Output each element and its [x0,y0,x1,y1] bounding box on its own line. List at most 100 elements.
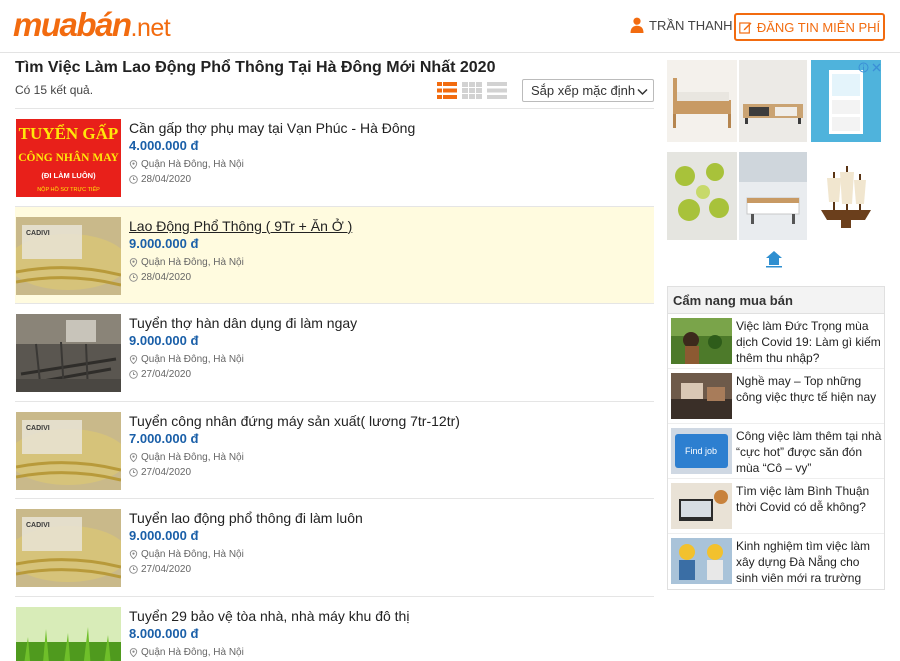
chevron-down-icon [637,88,648,96]
list-view-icon[interactable] [437,82,457,99]
guide-item[interactable]: Kinh nghiệm tìm việc làm xây dựng Đà Nẵn… [668,534,884,589]
guide-item-title[interactable]: Nghề may – Top những công việc thực tế h… [736,373,882,405]
result-count: Có 15 kết quả. [15,83,94,97]
post-button-label: ĐĂNG TIN MIỄN PHÍ [756,19,881,35]
guide-thumbnail[interactable] [671,538,732,584]
listing-thumbnail[interactable]: CADIVI [16,509,121,587]
hiring-banner-image: TUYỂN GẤP CÔNG NHÂN MAY (ĐI LÀM LUÔN) NỘ… [16,119,121,197]
location-pin-icon [129,550,138,559]
clock-icon [129,370,138,379]
cable-roll-image: CADIVI [16,411,121,490]
listing-date: 27/04/2020 [129,467,191,478]
listing-location-text: Quận Hà Đông, Hà Nội [141,451,244,463]
user-name: TRẦN THANH [649,17,733,33]
location-pin-icon [129,257,138,267]
listing-date: 27/04/2020 [129,369,191,380]
sort-select[interactable]: Sắp xếp mặc định [522,79,654,102]
listing-item[interactable]: Tuyển thợ hàn dân dụng đi làm ngay 9.000… [15,303,654,401]
listing-thumbnail[interactable] [16,606,121,661]
listing-title[interactable]: Tuyển công nhân đứng máy sản xuất( lương… [129,413,460,429]
listing-price: 9.000.000 đ [129,528,199,543]
sort-selected-value: Sắp xếp mặc định [531,83,636,98]
compact-view-icon[interactable] [487,82,507,99]
listing-thumbnail[interactable]: TUYỂN GẤP CÔNG NHÂN MAY (ĐI LÀM LUÔN) NỘ… [16,119,121,197]
listing-location: Quận Hà Đông, Hà Nội [129,159,244,170]
guide-item-title[interactable]: Tìm việc làm Bình Thuận thời Covid có dễ… [736,483,882,515]
clock-icon [129,175,138,184]
listing-item[interactable]: TUYỂN GẤP CÔNG NHÂN MAY (ĐI LÀM LUÔN) NỘ… [15,108,654,206]
grass-image [16,606,121,661]
guide-thumbnail[interactable]: Find job [671,428,732,474]
listing-date: 28/04/2020 [129,174,191,185]
guide-panel: Cẩm nang mua bán Việc làm Đức Trọng mùa … [667,286,885,590]
user-icon [630,17,644,33]
ad-image-ship-model[interactable] [811,152,881,240]
listing-location: Quận Hà Đông, Hà Nội [129,354,244,365]
listing-title[interactable]: Tuyển 29 bảo vệ tòa nhà, nhà máy khu đô … [129,608,409,624]
listing-item[interactable]: Tuyển 29 bảo vệ tòa nhà, nhà máy khu đô … [15,595,654,661]
clock-icon [129,467,138,477]
listing-thumbnail[interactable]: CADIVI [16,411,121,490]
listing-thumbnail[interactable]: CADIVI [16,216,121,295]
listing-date-text: 27/04/2020 [141,564,192,575]
listing-title[interactable]: Tuyển thợ hàn dân dụng đi làm ngay [129,315,357,331]
edit-icon [739,21,752,34]
location-pin-icon [129,160,138,169]
ad-image-coffee-table[interactable] [739,152,807,240]
listing-item[interactable]: CADIVI Tuyển công nhân đứng máy sản xuất… [15,400,654,499]
guide-item[interactable]: Việc làm Đức Trọng mùa dịch Covid 19: Là… [668,314,884,369]
listing-date-text: 28/04/2020 [141,271,192,283]
guide-thumbnail[interactable] [671,483,732,529]
ad-info-icon[interactable] [858,60,869,73]
guide-thumbnail[interactable] [671,373,732,419]
ad-controls [858,60,882,73]
listing-price: 7.000.000 đ [129,430,199,446]
logo-tld-text: .net [130,14,171,42]
listing-date-text: 28/04/2020 [141,174,192,185]
guide-item-title[interactable]: Công việc làm thêm tại nhà “cực hot” đượ… [736,428,882,476]
guide-item[interactable]: Nghề may – Top những công việc thực tế h… [668,369,884,424]
guide-thumb-label: Find job [685,446,717,456]
listing-location: Quận Hà Đông, Hà Nội [129,257,244,268]
thumb-line-4: NỘP HỒ SƠ TRỰC TIẾP [37,186,100,193]
ad-brand-logo [764,250,784,268]
guide-item-title[interactable]: Kinh nghiệm tìm việc làm xây dựng Đà Nẵn… [736,538,882,586]
ad-image-wall-decor[interactable] [667,152,737,240]
ad-banner[interactable] [667,60,882,273]
close-icon[interactable] [871,60,882,72]
clock-icon [129,272,138,282]
view-mode-switcher [437,82,507,99]
grid-view-icon[interactable] [462,82,482,99]
post-free-button[interactable]: ĐĂNG TIN MIỄN PHÍ [734,13,885,41]
site-logo[interactable]: muabán .net [13,6,171,46]
site-header: muabán .net TRẦN THANH ĐĂNG TIN MIỄN PHÍ [0,0,900,53]
ad-image-tv-stand[interactable] [739,60,807,142]
guide-heading: Cẩm nang mua bán [668,287,884,314]
svg-text:CADIVI: CADIVI [26,425,50,432]
ad-image-bed[interactable] [667,60,737,142]
guide-item[interactable]: Find job Công việc làm thêm tại nhà “cực… [668,424,884,479]
svg-text:CADIVI: CADIVI [26,230,50,237]
guide-thumbnail[interactable] [671,318,732,364]
listing-location: Quận Hà Đông, Hà Nội [129,647,244,658]
listing-title[interactable]: Cần gấp thợ phụ may tại Vạn Phúc - Hà Đô… [129,120,415,136]
listing-date-text: 27/04/2020 [141,369,192,380]
listing-price: 8.000.000 đ [129,625,199,641]
listing-title[interactable]: Lao Động Phổ Thông ( 9Tr + Ăn Ở ) [129,218,352,234]
guide-item[interactable]: Tìm việc làm Bình Thuận thời Covid có dễ… [668,479,884,534]
user-account-link[interactable]: TRẦN THANH [630,17,733,33]
listing-date-text: 27/04/2020 [141,466,192,478]
listing-list: TUYỂN GẤP CÔNG NHÂN MAY (ĐI LÀM LUÔN) NỘ… [15,108,654,661]
cable-roll-image: CADIVI [16,509,121,587]
listing-price: 4.000.000 đ [129,138,199,153]
listing-item[interactable]: CADIVI Tuyển lao động phổ thông đi làm l… [15,498,654,596]
listing-item[interactable]: CADIVI Lao Động Phổ Thông ( 9Tr + Ăn Ở )… [15,205,654,303]
listing-location-text: Quận Hà Đông, Hà Nội [141,549,244,560]
listing-price: 9.000.000 đ [129,333,199,348]
listing-thumbnail[interactable] [16,314,121,392]
guide-item-title[interactable]: Việc làm Đức Trọng mùa dịch Covid 19: Là… [736,318,882,366]
location-pin-icon [129,452,138,462]
listing-title[interactable]: Tuyển lao động phổ thông đi làm luôn [129,510,363,526]
cable-roll-image: CADIVI [16,216,121,295]
thumb-line-3: (ĐI LÀM LUÔN) [41,171,96,180]
